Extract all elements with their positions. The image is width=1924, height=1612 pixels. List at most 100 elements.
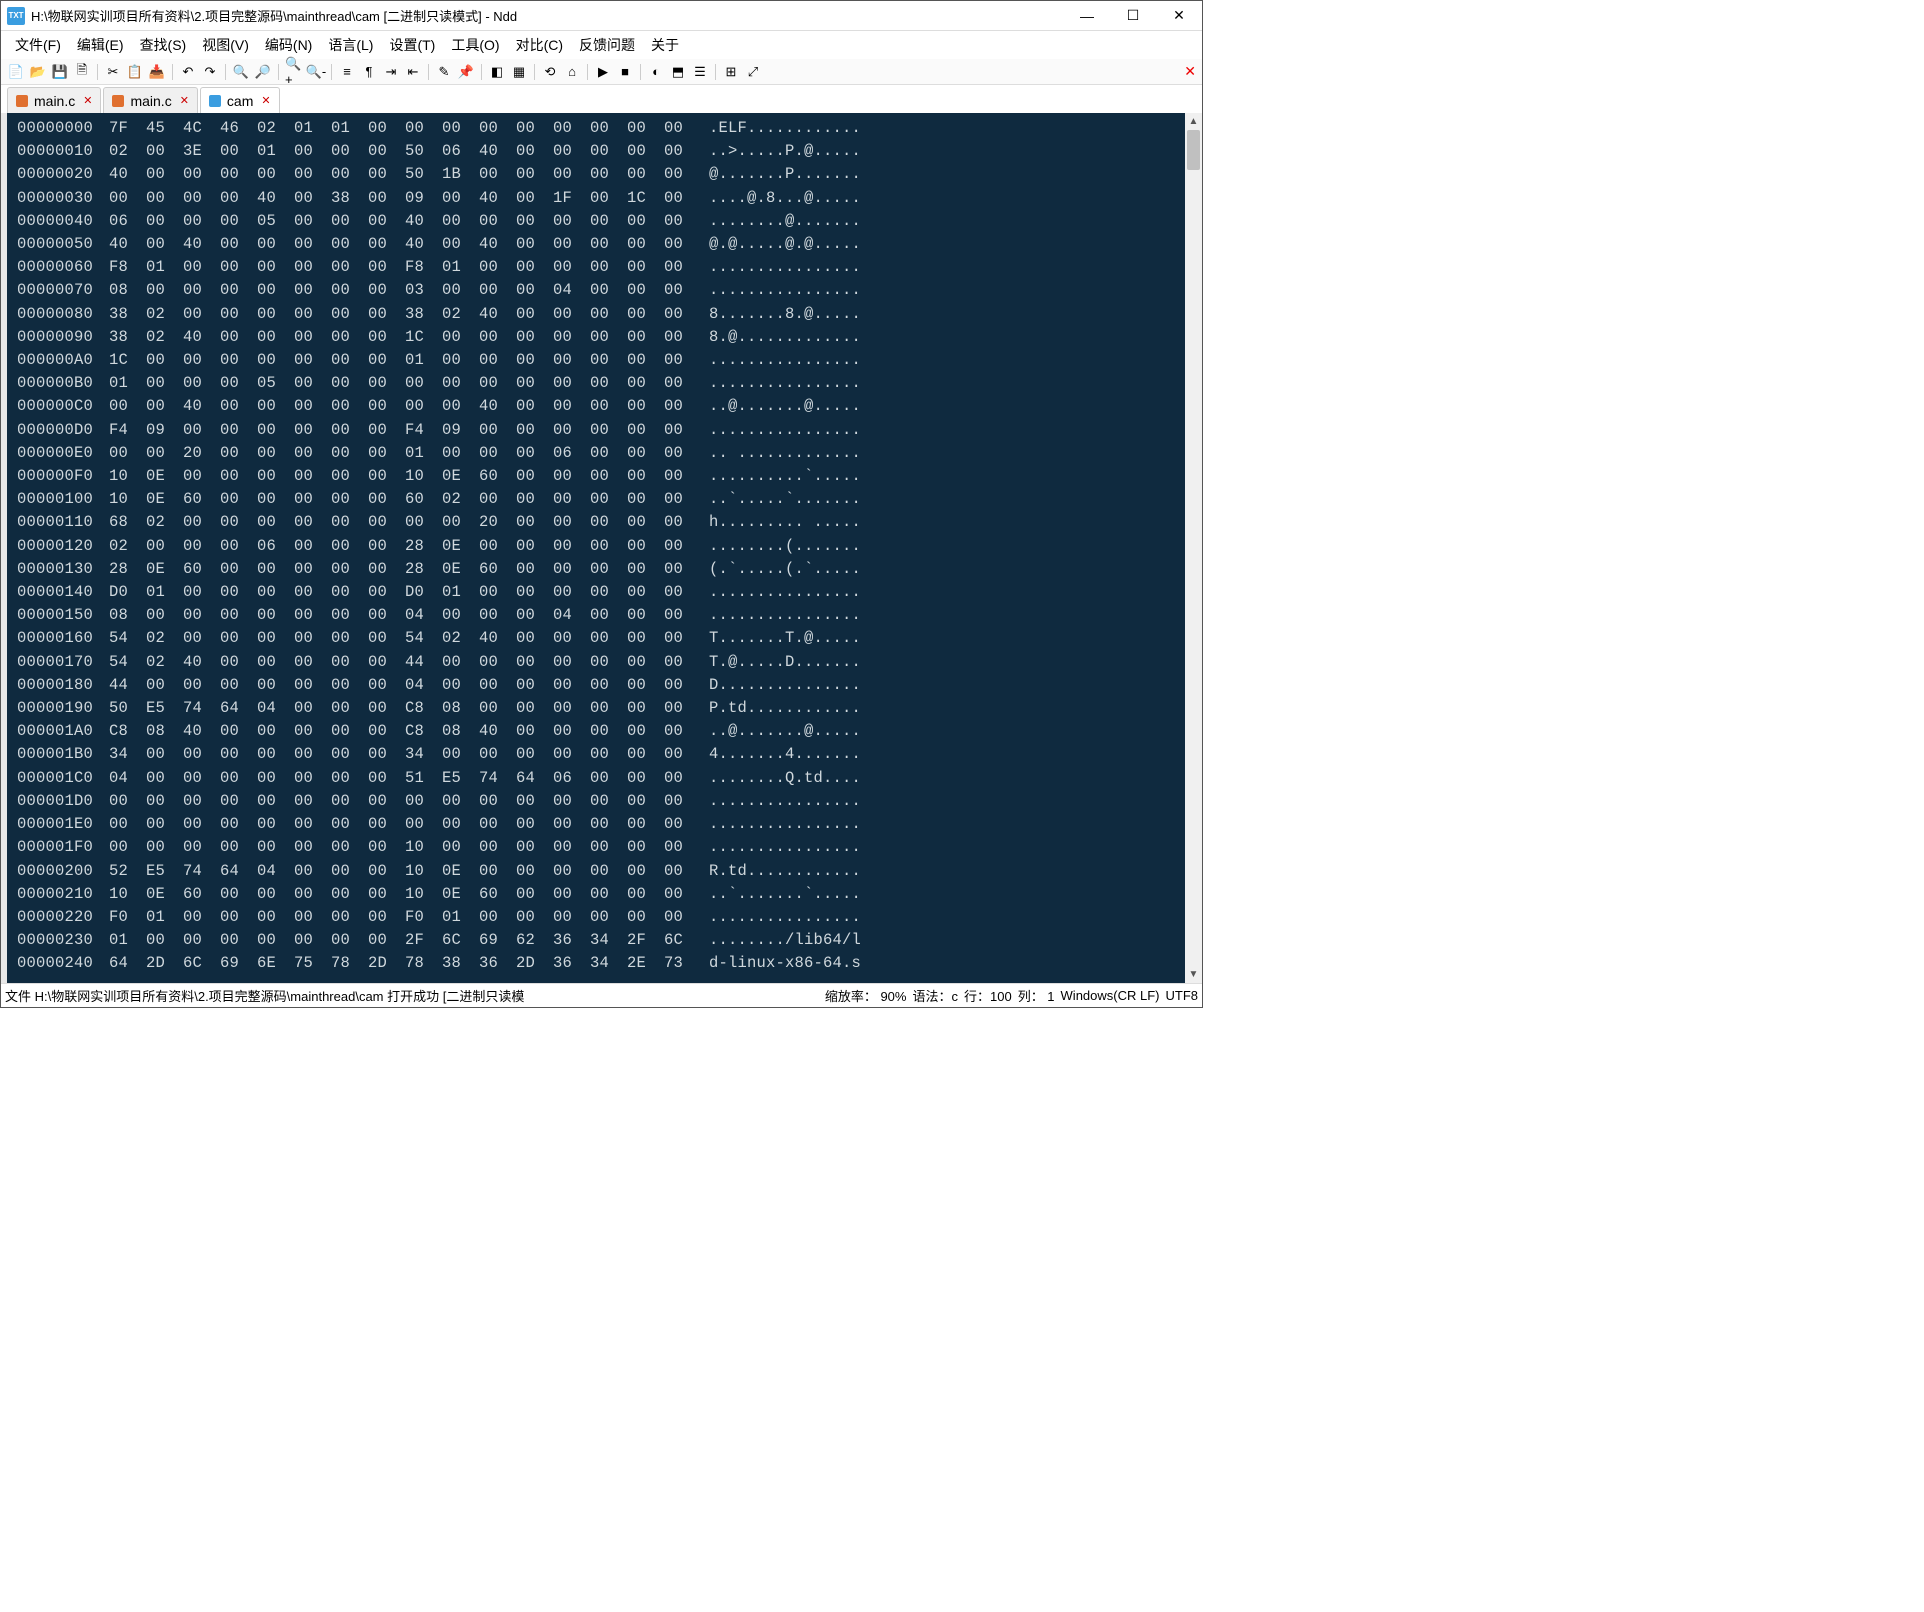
hex-byte: 00 — [331, 720, 368, 743]
hex-byte: 28 — [405, 535, 442, 558]
maximize-button[interactable]: ☐ — [1110, 1, 1156, 31]
tab-close-icon[interactable]: ✕ — [261, 94, 270, 107]
menu-item-3[interactable]: 视图(V) — [194, 31, 257, 59]
hex-byte: 60 — [183, 488, 220, 511]
stop-icon[interactable]: ■ — [616, 63, 634, 81]
copy-icon[interactable]: 📋 — [126, 63, 144, 81]
menu-item-8[interactable]: 对比(C) — [508, 31, 571, 59]
indent-icon[interactable]: ⇥ — [382, 63, 400, 81]
hex-byte: 00 — [627, 651, 664, 674]
wrap-icon[interactable]: ≡ — [338, 63, 356, 81]
run-icon[interactable]: ▶ — [594, 63, 612, 81]
theme-icon[interactable]: ◐ — [647, 63, 665, 81]
tab-close-icon[interactable]: ✕ — [180, 94, 189, 107]
menu-item-7[interactable]: 工具(O) — [443, 31, 507, 59]
find-icon[interactable]: 🔍 — [232, 63, 250, 81]
zoom-out-icon[interactable]: 🔍- — [307, 63, 325, 81]
minimize-button[interactable]: — — [1064, 1, 1110, 31]
tab-cam[interactable]: cam✕ — [200, 87, 280, 113]
split-icon[interactable]: ◧ — [488, 63, 506, 81]
menu-item-2[interactable]: 查找(S) — [132, 31, 195, 59]
tab-main.c[interactable]: main.c✕ — [7, 87, 101, 113]
reload-icon[interactable]: ⟲ — [541, 63, 559, 81]
hex-row: 00000210100E600000000000100E600000000000… — [17, 883, 1185, 906]
hex-byte: 00 — [220, 651, 257, 674]
hex-byte: 00 — [664, 674, 701, 697]
bookmark-icon[interactable]: 📌 — [457, 63, 475, 81]
hex-byte: 00 — [442, 674, 479, 697]
layout-icon[interactable]: ⬒ — [669, 63, 687, 81]
hex-byte: 00 — [590, 210, 627, 233]
hex-byte: 28 — [405, 558, 442, 581]
tab-main.c[interactable]: main.c✕ — [103, 87, 197, 113]
menu-item-1[interactable]: 编辑(E) — [69, 31, 132, 59]
hex-byte: 00 — [220, 140, 257, 163]
hex-row: 0000020052E5746404000000100E000000000000… — [17, 860, 1185, 883]
scroll-up-icon[interactable]: ▲ — [1185, 113, 1202, 130]
redo-icon[interactable]: ↷ — [201, 63, 219, 81]
hex-byte: 00 — [146, 279, 183, 302]
hex-byte: 4C — [183, 117, 220, 140]
hex-byte: 00 — [442, 326, 479, 349]
hex-byte: 00 — [146, 187, 183, 210]
outdent-icon[interactable]: ⇤ — [404, 63, 422, 81]
replace-icon[interactable]: 🔎 — [254, 63, 272, 81]
close-button[interactable]: ✕ — [1156, 1, 1202, 31]
menu-item-4[interactable]: 编码(N) — [257, 31, 320, 59]
hex-byte: 00 — [109, 395, 146, 418]
save-all-icon[interactable]: 🗎 — [73, 63, 91, 81]
hex-editor[interactable]: 000000007F454C46020101000000000000000000… — [7, 113, 1185, 983]
hex-byte: F0 — [405, 906, 442, 929]
menu-item-5[interactable]: 语言(L) — [320, 31, 381, 59]
menu-item-10[interactable]: 关于 — [643, 31, 687, 59]
zoom-in-icon[interactable]: 🔍+ — [285, 63, 303, 81]
cut-icon[interactable]: ✂ — [104, 63, 122, 81]
hex-byte: 00 — [294, 511, 331, 534]
vertical-scrollbar[interactable]: ▲ ▼ — [1185, 113, 1202, 983]
new-file-icon[interactable]: 📄 — [7, 63, 25, 81]
hex-byte: 00 — [627, 674, 664, 697]
hex-byte: 00 — [294, 581, 331, 604]
menu-item-9[interactable]: 反馈问题 — [571, 31, 643, 59]
hex-byte: 00 — [590, 558, 627, 581]
toolbar-close-icon[interactable]: ✕ — [1184, 63, 1196, 80]
edit-icon[interactable]: ✎ — [435, 63, 453, 81]
hex-byte: 00 — [368, 929, 405, 952]
hex-byte: 00 — [553, 488, 590, 511]
scroll-track[interactable] — [1185, 130, 1202, 966]
status-eol: Windows(CR LF) — [1061, 988, 1160, 1003]
scroll-down-icon[interactable]: ▼ — [1185, 966, 1202, 983]
hex-row: 0000011068020000000000000000200000000000… — [17, 511, 1185, 534]
hex-ascii: h......... ..... — [709, 513, 861, 531]
expand-icon[interactable]: ⤢ — [744, 63, 762, 81]
hex-byte: 00 — [479, 743, 516, 766]
open-file-icon[interactable]: 📂 — [29, 63, 47, 81]
undo-icon[interactable]: ↶ — [179, 63, 197, 81]
menu-item-0[interactable]: 文件(F) — [7, 31, 69, 59]
home-icon[interactable]: ⌂ — [563, 63, 581, 81]
menu-item-6[interactable]: 设置(T) — [381, 31, 443, 59]
list-icon[interactable]: ☰ — [691, 63, 709, 81]
hex-byte: 40 — [479, 395, 516, 418]
status-line: 行：100 — [964, 986, 1012, 1005]
hex-ascii: ..`.....`....... — [709, 490, 861, 508]
hex-byte: 28 — [109, 558, 146, 581]
save-icon[interactable]: 💾 — [51, 63, 69, 81]
hex-byte: 00 — [220, 535, 257, 558]
hex-byte: 00 — [331, 767, 368, 790]
hex-byte: 04 — [109, 767, 146, 790]
hex-byte: 00 — [257, 604, 294, 627]
hex-byte: 00 — [294, 651, 331, 674]
hex-byte: 00 — [553, 790, 590, 813]
hex-byte: 00 — [479, 256, 516, 279]
hex-byte: 00 — [627, 558, 664, 581]
show-symbols-icon[interactable]: ¶ — [360, 63, 378, 81]
paste-icon[interactable]: 📥 — [148, 63, 166, 81]
toolbar-separator — [225, 64, 226, 80]
hex-byte: 00 — [331, 581, 368, 604]
hex-byte: 00 — [331, 442, 368, 465]
scroll-thumb[interactable] — [1187, 130, 1200, 170]
tab-close-icon[interactable]: ✕ — [83, 94, 92, 107]
window-icon[interactable]: ⊞ — [722, 63, 740, 81]
hex-icon[interactable]: ▦ — [510, 63, 528, 81]
